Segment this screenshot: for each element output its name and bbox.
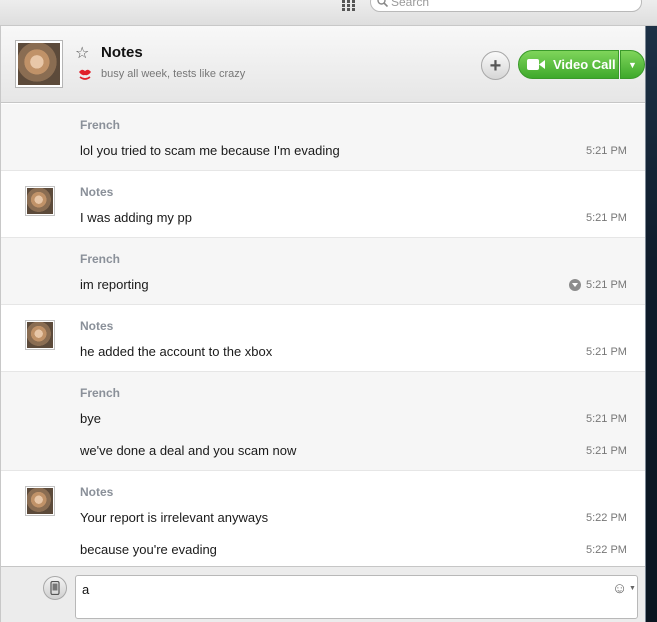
plus-icon: + (489, 54, 502, 77)
message-group: Notes he added the account to the xbox 5… (1, 305, 645, 372)
conversation-header: ☆ Notes busy all week, tests like crazy … (1, 26, 645, 103)
message-group: Notes Your report is irrelevant anyways … (1, 471, 645, 566)
message-input[interactable]: a ☺ ▼ (75, 575, 638, 619)
message-sender: Notes (80, 185, 114, 199)
contact-name: Notes (101, 44, 143, 61)
message-group: French im reporting 5:21 PM (1, 238, 645, 305)
contact-avatar[interactable] (15, 40, 63, 88)
search-placeholder: Search (391, 0, 430, 9)
add-participant-button[interactable]: + (481, 51, 510, 80)
background-window-edge (645, 26, 657, 622)
message-menu-icon[interactable] (569, 279, 581, 291)
message-sender: Notes (80, 319, 114, 333)
message-sender: Notes (80, 485, 114, 499)
grid-icon[interactable] (342, 0, 356, 12)
search-input[interactable]: Search (370, 0, 642, 12)
message-time: 5:21 PM (586, 212, 627, 224)
message-time: 5:22 PM (586, 512, 627, 524)
search-icon (377, 0, 388, 7)
sender-avatar[interactable] (25, 486, 55, 516)
message-group: French lol you tried to scam me because … (1, 104, 645, 171)
emoji-dropdown-icon[interactable]: ▼ (629, 585, 636, 592)
chevron-down-icon: ▼ (628, 59, 637, 70)
message-sender: French (80, 386, 121, 400)
message-time: 5:21 PM (586, 445, 627, 457)
message-group: French bye 5:21 PM we've done a deal and… (1, 372, 645, 471)
mood-lips-icon (79, 69, 91, 80)
message-input-value: a (82, 582, 90, 597)
message-text: he added the account to the xbox (80, 344, 273, 359)
send-sms-button[interactable] (43, 576, 67, 600)
video-call-button[interactable]: Video Call (518, 50, 619, 79)
message-text: I was adding my pp (80, 210, 193, 225)
message-time: 5:21 PM (586, 413, 627, 425)
conversation-window: ☆ Notes busy all week, tests like crazy … (0, 26, 645, 622)
message-composer: a ☺ ▼ (1, 566, 645, 622)
message-time: 5:21 PM (586, 346, 627, 358)
message-group: Notes I was adding my pp 5:21 PM (1, 171, 645, 238)
message-text: im reporting (80, 277, 149, 292)
message-time: 5:21 PM (586, 279, 627, 291)
top-toolbar: Search (0, 0, 657, 26)
contact-mood-message: busy all week, tests like crazy (101, 68, 246, 80)
message-text: lol you tried to scam me because I'm eva… (80, 143, 340, 158)
emoji-icon[interactable]: ☺ (612, 580, 627, 597)
sender-avatar[interactable] (25, 320, 55, 350)
message-text: bye (80, 411, 101, 426)
message-sender: French (80, 118, 121, 132)
video-call-options-button[interactable]: ▼ (620, 50, 645, 79)
message-time: 5:22 PM (586, 544, 627, 556)
sender-avatar[interactable] (25, 186, 55, 216)
phone-icon (50, 581, 60, 595)
video-camera-icon (527, 59, 545, 70)
message-text: because you're evading (80, 542, 217, 557)
message-time: 5:21 PM (586, 145, 627, 157)
star-icon[interactable]: ☆ (75, 43, 89, 63)
message-sender: French (80, 252, 121, 266)
message-list[interactable]: French lol you tried to scam me because … (1, 104, 645, 566)
message-text: we've done a deal and you scam now (80, 443, 297, 458)
message-text: Your report is irrelevant anyways (80, 510, 269, 525)
video-call-label: Video Call (553, 57, 616, 72)
